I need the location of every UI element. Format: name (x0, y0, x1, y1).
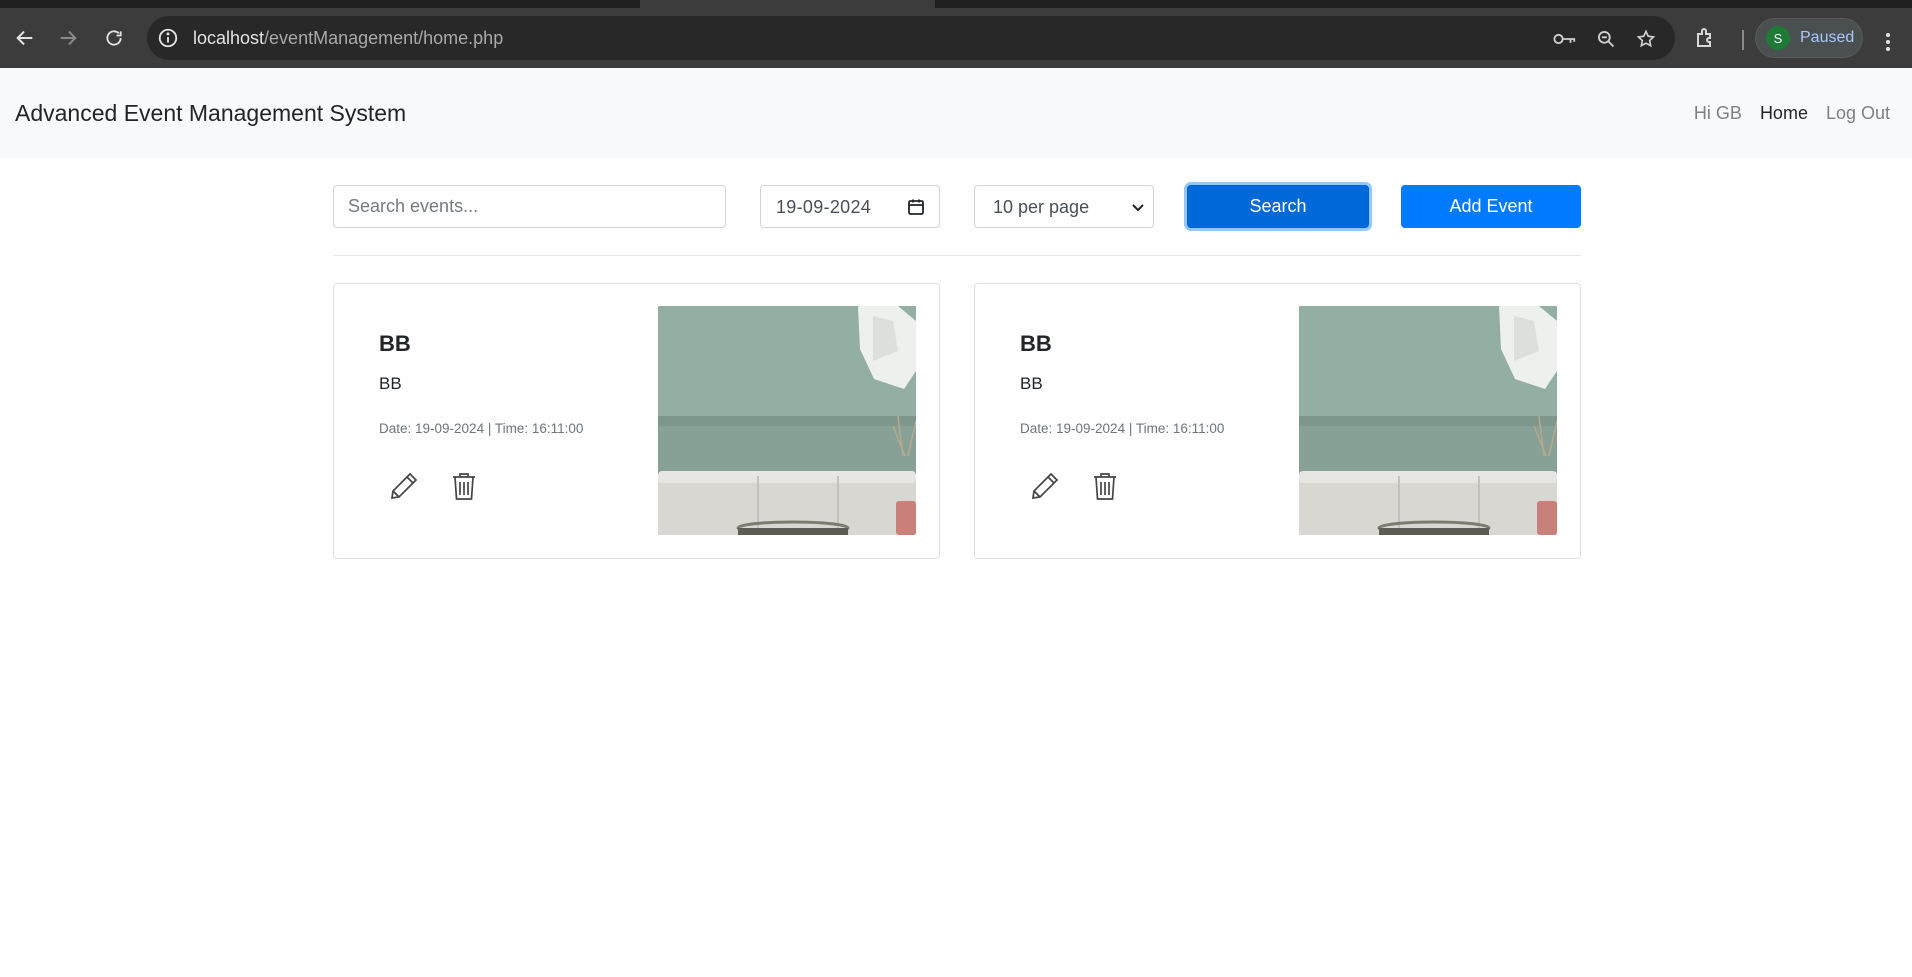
search-button[interactable]: Search (1187, 185, 1369, 228)
event-title: BB (1020, 331, 1052, 356)
back-arrow-icon[interactable] (5, 18, 45, 58)
nav-greeting[interactable]: Hi GB (1694, 103, 1742, 124)
extensions-icon[interactable] (1694, 26, 1720, 52)
event-title: BB (379, 331, 411, 356)
event-description: BB (379, 374, 402, 393)
brand-title[interactable]: Advanced Event Management System (15, 100, 406, 127)
pencil-icon[interactable] (389, 471, 419, 501)
kebab-menu-icon[interactable] (1878, 30, 1898, 54)
event-datetime: Date: 19-09-2024 | Time: 16:11:00 (379, 421, 584, 436)
forward-arrow-icon[interactable] (48, 18, 88, 58)
profile-button[interactable]: S Paused (1755, 18, 1863, 58)
event-datetime: Date: 19-09-2024 | Time: 16:11:00 (1020, 421, 1225, 436)
nav-logout[interactable]: Log Out (1826, 103, 1890, 124)
toolbar-separator (1742, 30, 1744, 50)
chevron-down-icon (1131, 200, 1145, 214)
nav-home[interactable]: Home (1760, 103, 1808, 124)
star-icon[interactable] (1634, 27, 1658, 51)
profile-status: Paused (1800, 29, 1855, 46)
event-image (658, 306, 916, 535)
key-icon[interactable] (1553, 27, 1577, 51)
per-page-select[interactable]: 10 per page (974, 185, 1154, 228)
active-tab[interactable] (640, 0, 935, 8)
divider (333, 255, 1581, 256)
calendar-icon[interactable] (907, 198, 925, 216)
event-card: BB BB Date: 19-09-2024 | Time: 16:11:00 (333, 283, 940, 559)
avatar: S (1766, 26, 1790, 50)
trash-icon[interactable] (451, 471, 477, 501)
search-input[interactable] (333, 185, 726, 228)
browser-chrome: localhost/eventManagement/home.php S Pau… (0, 0, 1912, 68)
reload-icon[interactable] (94, 18, 134, 58)
per-page-value: 10 per page (993, 197, 1090, 217)
app-navbar: Advanced Event Management System Hi GB H… (0, 68, 1912, 158)
date-input[interactable]: 19-09-2024 (760, 185, 940, 228)
nav-links: Hi GB Home Log Out (1694, 103, 1890, 124)
event-image (1299, 306, 1557, 535)
pencil-icon[interactable] (1030, 471, 1060, 501)
zoom-icon[interactable] (1594, 27, 1618, 51)
url-text: localhost/eventManagement/home.php (193, 28, 504, 48)
trash-icon[interactable] (1092, 471, 1118, 501)
event-description: BB (1020, 374, 1043, 393)
add-event-button[interactable]: Add Event (1401, 185, 1581, 228)
event-card: BB BB Date: 19-09-2024 | Time: 16:11:00 (974, 283, 1581, 559)
tab-strip (0, 0, 1912, 8)
browser-toolbar: localhost/eventManagement/home.php S Pau… (0, 8, 1912, 68)
date-value: 19-09-2024 (776, 197, 872, 217)
info-icon[interactable] (157, 27, 179, 49)
address-bar[interactable]: localhost/eventManagement/home.php (147, 16, 1675, 60)
